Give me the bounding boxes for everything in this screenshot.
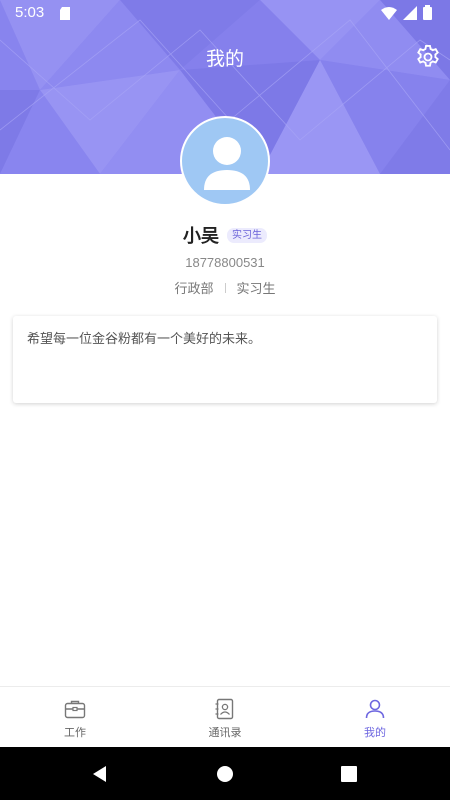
user-department: 行政部 [174,282,214,297]
person-icon [365,699,385,719]
battery-icon [423,5,432,20]
system-navigation-bar [0,747,450,800]
tab-label: 我的 [364,726,386,739]
status-time: 5:03 [15,4,45,21]
motto-card: 希望每一位金谷粉都有一个美好的未来。 [13,316,437,403]
briefcase-icon [64,700,86,719]
recents-icon [341,766,357,782]
back-button[interactable] [88,762,112,786]
avatar[interactable] [180,116,270,206]
back-icon [93,766,106,782]
recents-button[interactable] [337,762,361,786]
user-phone: 18778800531 [185,255,265,270]
gear-icon [417,44,439,67]
user-silhouette-icon [204,137,250,190]
org-row: 行政部 实习生 [0,278,450,297]
user-role: 实习生 [236,282,276,297]
home-icon [217,766,233,782]
tab-label: 工作 [64,726,86,739]
role-badge: 实习生 [227,227,267,243]
tab-contacts[interactable]: 通讯录 [150,687,300,748]
status-bar: 5:03 [0,0,450,26]
tab-mine[interactable]: 我的 [300,687,450,748]
user-name: 小吴 [183,226,219,247]
wifi-icon [381,6,397,20]
page-title: 我的 [205,48,244,70]
bottom-tab-bar: 工作 通讯录 我的 [0,686,450,747]
tab-work[interactable]: 工作 [0,687,150,748]
divider [224,282,226,293]
home-button[interactable] [213,762,237,786]
tab-label: 通讯录 [208,726,242,739]
contacts-icon [215,698,234,720]
settings-button[interactable] [414,43,442,71]
sd-card-icon [60,6,70,24]
status-icons [381,5,432,20]
name-row: 小吴 实习生 [0,222,450,248]
signal-icon [403,5,417,20]
motto-text: 希望每一位金谷粉都有一个美好的未来。 [27,332,262,347]
